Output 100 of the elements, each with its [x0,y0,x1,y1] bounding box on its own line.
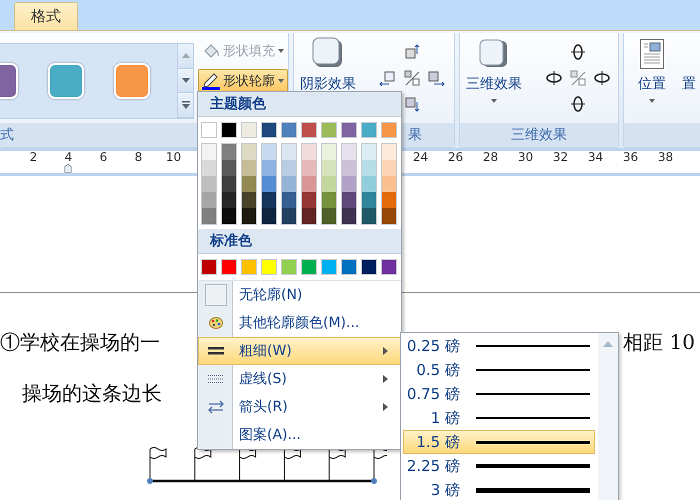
scroll-down-button[interactable] [178,68,193,94]
color-swatch[interactable] [321,259,337,275]
color-swatch[interactable] [201,122,217,138]
color-swatch[interactable] [382,208,396,224]
color-swatch[interactable] [362,160,376,176]
color-swatch[interactable] [342,160,356,176]
color-swatch[interactable] [222,176,236,192]
menu-item[interactable]: 0.25 磅 [403,334,595,358]
color-swatch[interactable] [201,259,217,275]
arrange-button[interactable]: 置 [676,33,700,123]
color-swatch[interactable] [362,192,376,208]
color-swatch[interactable] [282,208,296,224]
color-swatch[interactable] [322,176,336,192]
color-swatch[interactable] [202,192,216,208]
nudge-down-icon [404,96,420,112]
color-swatch[interactable] [382,192,396,208]
color-swatch[interactable] [342,144,356,160]
color-swatch[interactable] [382,144,396,160]
color-swatch[interactable] [262,160,276,176]
color-swatch[interactable] [222,160,236,176]
menu-item[interactable]: 1.5 磅 [403,430,595,454]
ribbon-tab[interactable]: 格式 [14,2,78,30]
scroll-up-button[interactable] [178,44,193,69]
shape-format-button[interactable]: 形状轮廓 [198,69,288,93]
scroll-up-icon[interactable] [603,341,613,347]
color-swatch[interactable] [302,144,316,160]
color-swatch[interactable] [322,208,336,224]
menu-item[interactable]: 图案(A)... [198,421,401,449]
color-swatch[interactable] [282,192,296,208]
color-swatch[interactable] [301,122,317,138]
color-swatch[interactable] [261,122,277,138]
group-label: 三维效果 [511,126,567,144]
tilt-right-icon [594,70,610,86]
color-swatch[interactable] [302,176,316,192]
color-swatch[interactable] [282,176,296,192]
color-swatch[interactable] [361,259,377,275]
color-swatch[interactable] [322,160,336,176]
color-swatch[interactable] [222,144,236,160]
scroll-bar[interactable] [598,333,618,500]
color-swatch[interactable] [262,144,276,160]
color-swatch[interactable] [281,259,297,275]
color-swatch[interactable] [262,208,276,224]
color-swatch[interactable] [222,192,236,208]
menu-item[interactable]: 1 磅 [403,406,595,430]
menu-item[interactable]: 虚线(S) [198,365,401,393]
arrange-button[interactable]: 位置 [632,33,672,123]
color-swatch[interactable] [342,192,356,208]
color-swatch[interactable] [302,192,316,208]
color-swatch[interactable] [361,122,377,138]
color-swatch[interactable] [241,259,257,275]
color-swatch[interactable] [342,208,356,224]
color-swatch[interactable] [322,192,336,208]
color-swatch[interactable] [282,144,296,160]
color-swatch[interactable] [221,122,237,138]
menu-item[interactable]: 2.25 磅 [403,454,595,478]
color-swatch[interactable] [302,160,316,176]
color-swatch[interactable] [341,122,357,138]
color-swatch[interactable] [241,122,257,138]
3d-effects-button[interactable]: 三维效果 [460,33,528,123]
color-swatch[interactable] [281,122,297,138]
menu-item[interactable]: 3 磅 [403,478,595,500]
color-swatch[interactable] [321,122,337,138]
color-swatch[interactable] [382,176,396,192]
ruler-number: 4 [64,151,74,163]
menu-item[interactable]: 无轮廓(N) [198,281,401,309]
color-swatch[interactable] [262,176,276,192]
color-swatch[interactable] [202,144,216,160]
color-swatch[interactable] [322,144,336,160]
color-swatch[interactable] [381,122,397,138]
color-swatch[interactable] [362,144,376,160]
color-swatch[interactable] [342,176,356,192]
menu-item[interactable]: 0.5 磅 [403,358,595,382]
menu-item[interactable]: 其他轮廓颜色(M)... [198,309,401,337]
color-swatch[interactable] [301,259,317,275]
indent-marker-icon[interactable] [62,164,74,173]
shape-style-swatch[interactable] [48,63,84,99]
color-swatch[interactable] [242,160,256,176]
color-swatch[interactable] [202,208,216,224]
color-swatch[interactable] [242,208,256,224]
color-swatch[interactable] [262,192,276,208]
color-swatch[interactable] [362,176,376,192]
menu-item[interactable]: 箭头(R) [198,393,401,421]
menu-item[interactable]: 0.75 磅 [403,382,595,406]
color-swatch[interactable] [261,259,277,275]
menu-item[interactable]: 粗细(W) [198,337,401,365]
color-swatch[interactable] [221,259,237,275]
color-swatch[interactable] [202,176,216,192]
color-swatch[interactable] [381,259,397,275]
color-swatch[interactable] [302,208,316,224]
color-swatch[interactable] [242,144,256,160]
color-swatch[interactable] [242,176,256,192]
shape-style-swatch[interactable] [114,63,150,99]
color-swatch[interactable] [382,160,396,176]
color-swatch[interactable] [222,208,236,224]
color-swatch[interactable] [341,259,357,275]
color-swatch[interactable] [282,160,296,176]
color-swatch[interactable] [242,192,256,208]
color-swatch[interactable] [202,160,216,176]
gallery-more-button[interactable] [178,93,193,118]
color-swatch[interactable] [362,208,376,224]
